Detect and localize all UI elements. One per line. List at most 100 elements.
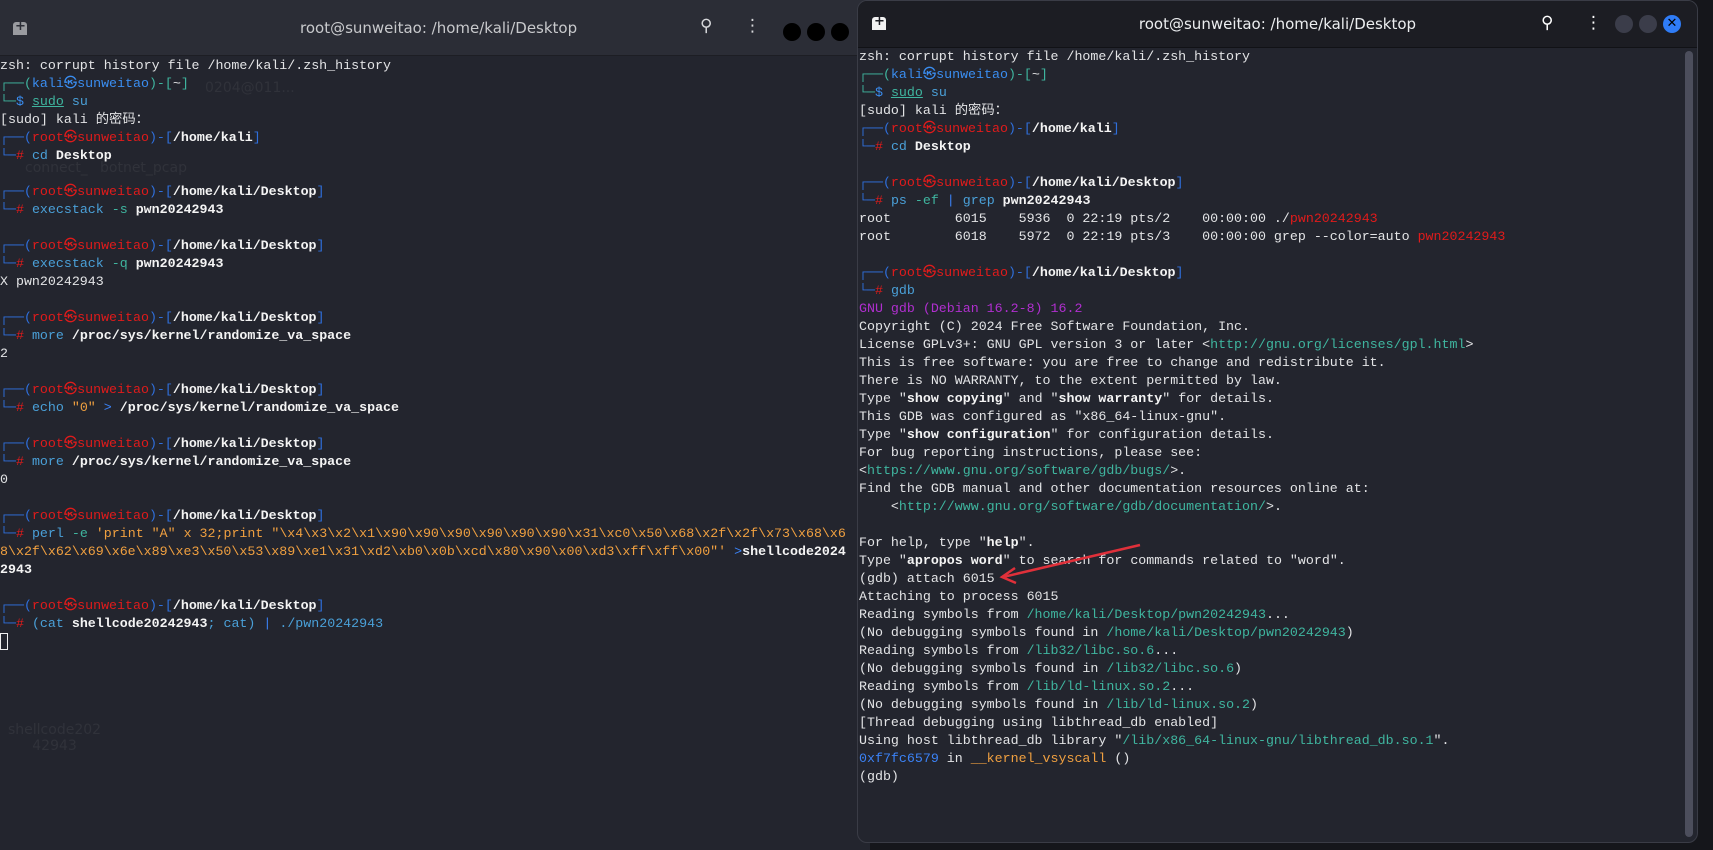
menu-icon[interactable]: ⋮ (1585, 13, 1602, 33)
text-segment: └─ (859, 138, 875, 154)
text-segment: -s (103, 201, 128, 217)
close-button[interactable] (831, 23, 849, 41)
text-segment: show copying (906, 390, 1003, 406)
text-segment: root㉿sunweitao (31, 435, 149, 451)
terminal-line: (No debugging symbols found in /home/kal… (859, 624, 1505, 642)
terminal-line: 2 (0, 345, 846, 363)
text-segment: [sudo] kali 的密码： (0, 111, 149, 127)
terminal-line: (No debugging symbols found in /lib32/li… (859, 660, 1505, 678)
text-segment: ] (316, 237, 325, 253)
text-segment: └─ (0, 399, 16, 415)
text-segment: show warranty (1058, 390, 1163, 406)
text-segment: )-[ (148, 75, 173, 91)
terminal-line: <http://www.gnu.org/software/gdb/documen… (859, 498, 1505, 516)
text-segment: more (31, 453, 64, 469)
text-segment: __kernel_vsyscall (970, 750, 1107, 766)
title-bar[interactable]: root@sunweitao: /home/kali/Desktop ⚲ ⋮ ✕ (858, 1, 1697, 48)
text-segment: 'print "A" x 32;print "\x4\x3\x2\x1\x90\… (87, 525, 846, 541)
text-segment: )-[ (148, 597, 173, 613)
text-segment: ] (1175, 174, 1184, 190)
text-segment: apropos word (906, 552, 1003, 568)
text-segment: )-[ (1007, 120, 1032, 136)
text-segment: /home/kali/Desktop/pwn20242943 (1026, 606, 1266, 622)
terminal-line: GNU gdb (Debian 16.2-8) 16.2 (859, 300, 1505, 318)
terminal-output[interactable]: zsh: corrupt history file /home/kali/.zs… (0, 57, 846, 651)
maximize-button[interactable] (807, 23, 825, 41)
menu-icon[interactable]: ⋮ (744, 16, 761, 36)
terminal-line: Reading symbols from /home/kali/Desktop/… (859, 606, 1505, 624)
close-button[interactable]: ✕ (1663, 15, 1681, 33)
terminal-line: ┌──(root㉿sunweitao)-[/home/kali/Desktop] (0, 237, 846, 255)
text-segment: http://www.gnu.org/software/gdb/document… (898, 498, 1266, 514)
terminal-line: Reading symbols from /lib/ld-linux.so.2.… (859, 678, 1505, 696)
text-segment: # (15, 615, 32, 631)
text-segment: kali㉿sunweitao (890, 66, 1008, 82)
text-segment: < (859, 498, 899, 514)
text-segment: # (15, 147, 32, 163)
terminal-line: [sudo] kali 的密码： (859, 102, 1505, 120)
terminal-line: [sudo] kali 的密码： (0, 111, 846, 129)
text-segment: ┌──( (0, 237, 32, 253)
text-segment: root㉿sunweitao (31, 597, 149, 613)
scrollbar[interactable] (1685, 51, 1693, 837)
text-segment: " and " (1002, 390, 1059, 406)
minimize-button[interactable] (783, 23, 801, 41)
terminal-line: ┌──(root㉿sunweitao)-[/home/kali/Desktop] (0, 381, 846, 399)
text-segment: 2 (0, 345, 8, 361)
text-segment: # (874, 138, 891, 154)
text-segment: /home/kali/Desktop (172, 309, 317, 325)
new-tab-icon[interactable] (13, 19, 27, 35)
text-segment: 2943 (0, 561, 32, 577)
text-segment: Desktop (47, 147, 112, 163)
text-segment: root 6018 5972 0 22:19 pts/3 00:00:00 gr… (859, 228, 1418, 244)
text-segment: $ (15, 93, 32, 109)
text-segment: /lib/ld-linux.so.2 (1026, 678, 1171, 694)
text-segment: ./pwn20242943 (279, 615, 384, 631)
text-segment: ┌──( (859, 120, 891, 136)
new-tab-icon[interactable] (872, 14, 886, 30)
right-terminal-window[interactable]: root@sunweitao: /home/kali/Desktop ⚲ ⋮ ✕… (857, 0, 1698, 843)
desktop-icon-label: shellcode202 42943 (8, 722, 102, 754)
left-terminal-window[interactable]: connect_ botnet_pcap 0204@011... shellco… (0, 0, 870, 850)
text-segment: This GDB was configured as "x86_64-linux… (859, 408, 1227, 424)
text-segment: Type " (859, 426, 907, 442)
text-segment: /proc/sys/kernel/randomize_va_space (119, 399, 400, 415)
terminal-line: ┌──(root㉿sunweitao)-[/home/kali/Desktop] (0, 435, 846, 453)
text-segment: ] (1111, 120, 1120, 136)
text-segment: grep (962, 192, 995, 208)
text-segment: /lib/ld-linux.so.2 (1106, 696, 1251, 712)
text-segment: /lib/x86_64-linux-gnu/libthread_db.so.1 (1122, 732, 1434, 748)
text-segment: -q (103, 255, 128, 271)
text-segment: ... (1265, 606, 1290, 622)
text-segment: Attaching to process 6015 (859, 588, 1059, 604)
terminal-line: X pwn20242943 (0, 273, 846, 291)
text-segment: For bug reporting instructions, please s… (859, 444, 1203, 460)
maximize-button[interactable] (1639, 15, 1657, 33)
minimize-button[interactable] (1615, 15, 1633, 33)
text-segment: (gdb) attach 6015 (859, 570, 995, 586)
text-segment: /lib32/libc.so.6 (1106, 660, 1235, 676)
text-segment: " for details. (1162, 390, 1274, 406)
terminal-output[interactable]: zsh: corrupt history file /home/kali/.zs… (859, 48, 1505, 786)
search-icon[interactable]: ⚲ (1541, 13, 1553, 33)
text-segment: Type " (859, 390, 907, 406)
terminal-line: ┌──(kali㉿sunweitao)-[~] (0, 75, 846, 93)
text-segment: ... (1154, 642, 1179, 658)
search-icon[interactable]: ⚲ (700, 16, 712, 36)
text-segment: $ (874, 84, 891, 100)
terminal-line: zsh: corrupt history file /home/kali/.zs… (0, 57, 846, 75)
text-segment: /home/kali/Desktop (172, 507, 317, 523)
text-segment: ... (1170, 678, 1195, 694)
text-segment: ┌──( (0, 597, 32, 613)
text-segment: For help, type " (859, 534, 987, 550)
window-title: root@sunweitao: /home/kali/Desktop (1138, 15, 1417, 33)
text-segment: Type " (859, 552, 907, 568)
terminal-line: [Thread debugging using libthread_db ena… (859, 714, 1505, 732)
title-bar[interactable]: root@sunweitao: /home/kali/Desktop ⚲ ⋮ (0, 0, 870, 56)
text-segment: ps (890, 192, 907, 208)
text-segment: [Thread debugging using libthread_db ena… (859, 714, 1219, 730)
terminal-line: 2943 (0, 561, 846, 579)
